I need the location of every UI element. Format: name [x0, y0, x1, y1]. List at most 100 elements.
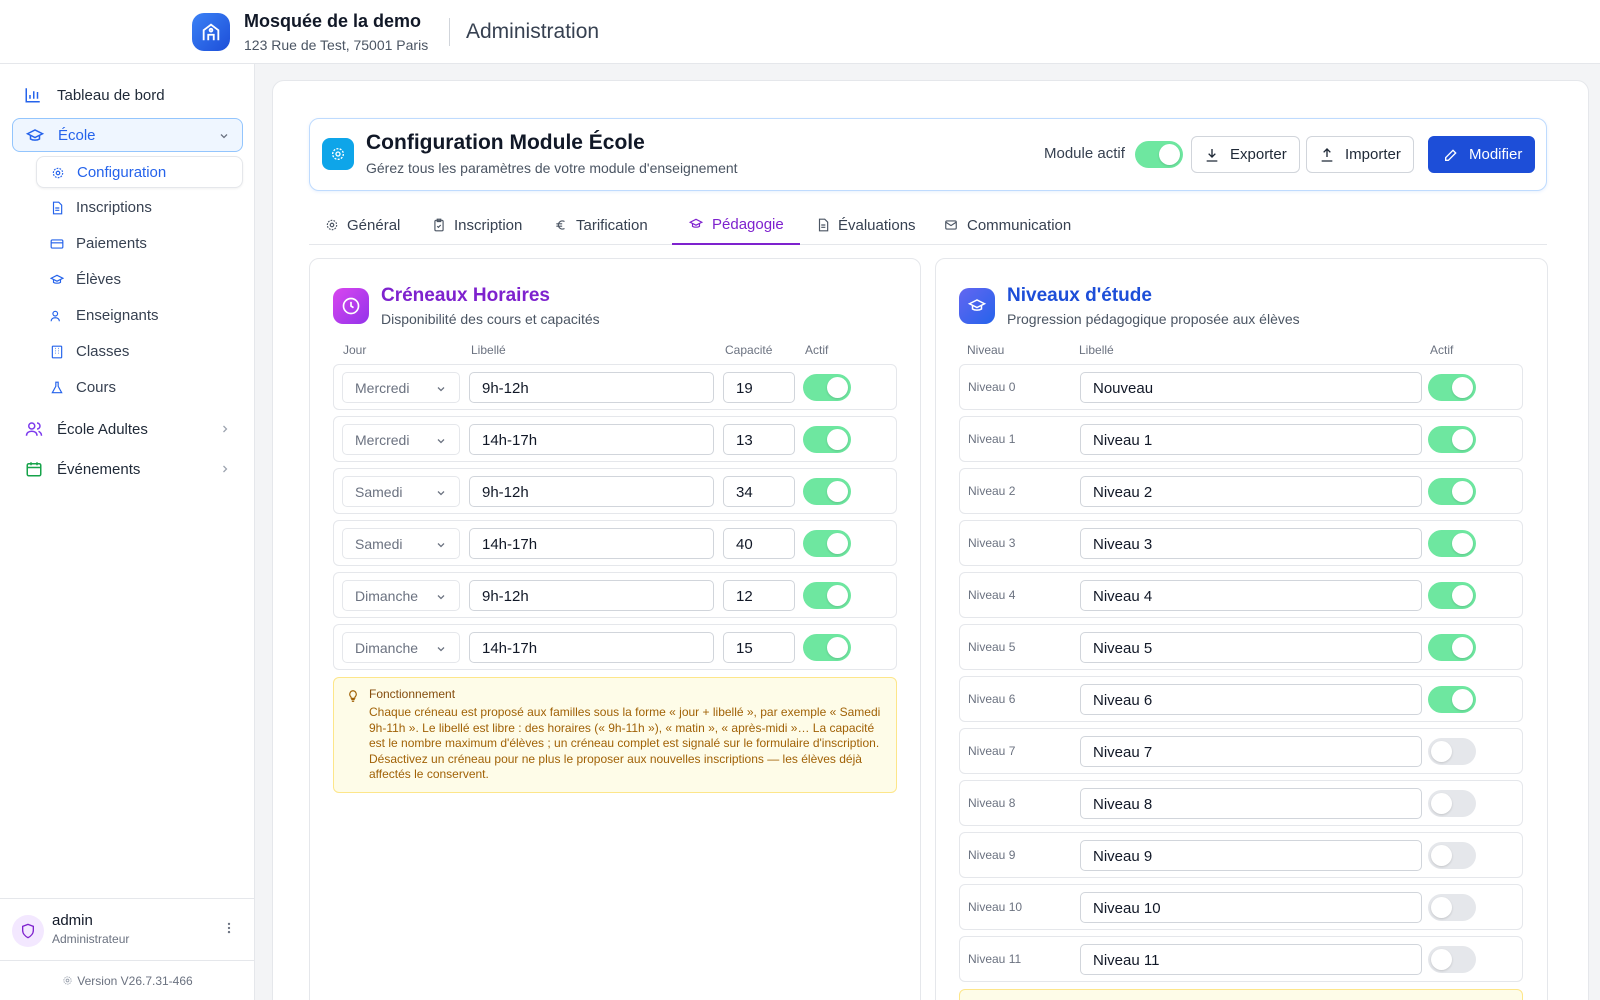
level-label-input[interactable]: Niveau 6: [1080, 684, 1422, 715]
tab-pedagogie[interactable]: Pédagogie: [672, 205, 800, 245]
slot-capacity-input[interactable]: 19: [723, 372, 795, 403]
sidebar-item-dashboard[interactable]: Tableau de bord: [12, 78, 243, 112]
level-active-toggle[interactable]: [1428, 530, 1476, 557]
document-icon: [50, 201, 64, 215]
level-label-input[interactable]: Niveau 3: [1080, 528, 1422, 559]
level-active-toggle[interactable]: [1428, 790, 1476, 817]
level-label-input[interactable]: Niveau 5: [1080, 632, 1422, 663]
day-select[interactable]: Mercredi: [342, 424, 460, 455]
sidebar-subitem-classes[interactable]: Classes: [36, 336, 243, 368]
slot-label-input[interactable]: 9h-12h: [469, 580, 714, 611]
module-active-toggle[interactable]: [1135, 141, 1183, 168]
clipboard-icon: [432, 218, 446, 232]
col-header-label: Libellé: [471, 343, 506, 357]
app-version: Version V26.7.31-466: [0, 960, 255, 1000]
tab-inscription[interactable]: Inscription: [416, 205, 538, 245]
slot-capacity-input[interactable]: 34: [723, 476, 795, 507]
sidebar-subitem-eleves[interactable]: Élèves: [36, 264, 243, 296]
slot-active-toggle[interactable]: [803, 530, 851, 557]
user-profile[interactable]: admin Administrateur: [0, 898, 255, 958]
level-active-toggle[interactable]: [1428, 478, 1476, 505]
sidebar-item-evenements[interactable]: Événements: [12, 452, 243, 486]
tab-evaluations[interactable]: Évaluations: [800, 205, 932, 245]
sidebar-item-ecole[interactable]: École: [12, 118, 243, 152]
level-active-toggle[interactable]: [1428, 634, 1476, 661]
level-number: Niveau 3: [968, 536, 1016, 550]
slot-active-toggle[interactable]: [803, 478, 851, 505]
slots-panel: Créneaux Horaires Disponibilité des cour…: [309, 258, 921, 1000]
level-label-input[interactable]: Niveau 7: [1080, 736, 1422, 767]
level-active-toggle[interactable]: [1428, 894, 1476, 921]
top-header: Mosquée de la demo 123 Rue de Test, 7500…: [0, 0, 1600, 64]
export-label: Exporter: [1230, 146, 1287, 163]
sidebar-subitem-cours[interactable]: Cours: [36, 372, 243, 404]
slot-label-input[interactable]: 14h-17h: [469, 424, 714, 455]
day-select[interactable]: Dimanche: [342, 580, 460, 611]
level-row: Niveau 3 Niveau 3: [959, 520, 1523, 566]
slot-active-toggle[interactable]: [803, 582, 851, 609]
level-label-input[interactable]: Niveau 8: [1080, 788, 1422, 819]
day-select-value: Mercredi: [355, 380, 410, 396]
levels-subtitle: Progression pédagogique proposée aux élè…: [1007, 311, 1300, 327]
gear-icon: [325, 218, 339, 232]
sidebar-subitem-paiements[interactable]: Paiements: [36, 228, 243, 260]
level-active-toggle[interactable]: [1428, 374, 1476, 401]
level-label-input[interactable]: Niveau 2: [1080, 476, 1422, 507]
level-number: Niveau 4: [968, 588, 1016, 602]
level-label-input[interactable]: Nouveau: [1080, 372, 1422, 403]
level-label-input[interactable]: Niveau 4: [1080, 580, 1422, 611]
slot-label-input[interactable]: 14h-17h: [469, 528, 714, 559]
slot-capacity-input[interactable]: 15: [723, 632, 795, 663]
day-select[interactable]: Samedi: [342, 528, 460, 559]
edit-button[interactable]: Modifier: [1428, 136, 1536, 173]
slot-active-toggle[interactable]: [803, 374, 851, 401]
export-button[interactable]: Exporter: [1191, 136, 1300, 173]
level-active-toggle[interactable]: [1428, 842, 1476, 869]
sidebar-subitem-enseignants[interactable]: Enseignants: [36, 300, 243, 332]
tab-communication[interactable]: Communication: [927, 205, 1087, 245]
slot-capacity-input[interactable]: 40: [723, 528, 795, 559]
day-select[interactable]: Samedi: [342, 476, 460, 507]
slot-label-input[interactable]: 14h-17h: [469, 632, 714, 663]
page-subtitle: Gérez tous les paramètres de votre modul…: [366, 160, 738, 176]
slots-subtitle: Disponibilité des cours et capacités: [381, 311, 600, 327]
slot-label-input[interactable]: 9h-12h: [469, 476, 714, 507]
import-button[interactable]: Importer: [1306, 136, 1414, 173]
slot-active-toggle[interactable]: [803, 634, 851, 661]
level-active-toggle[interactable]: [1428, 946, 1476, 973]
sidebar-subitem-label: Configuration: [77, 164, 167, 181]
clock-icon: [333, 288, 369, 324]
org-name: Mosquée de la demo: [244, 11, 422, 31]
tab-tarification[interactable]: Tarification: [538, 205, 664, 245]
level-label-input[interactable]: Niveau 10: [1080, 892, 1422, 923]
sidebar-item-ecole-adultes[interactable]: École Adultes: [12, 412, 243, 446]
org-address: 123 Rue de Test, 75001 Paris: [244, 37, 429, 53]
day-select[interactable]: Dimanche: [342, 632, 460, 663]
slot-label-input[interactable]: 9h-12h: [469, 372, 714, 403]
tab-general[interactable]: Général: [309, 205, 416, 245]
mosque-logo-icon: [192, 13, 230, 51]
graduation-cap-icon: [25, 127, 45, 145]
sidebar-subitem-configuration[interactable]: Configuration: [36, 156, 243, 188]
more-vertical-icon[interactable]: [222, 921, 236, 935]
col-header-active: Actif: [805, 343, 829, 357]
tab-bar: Général Inscription Tarification Pédagog…: [309, 205, 1547, 245]
chevron-right-icon: [219, 463, 231, 475]
level-label-input[interactable]: Niveau 9: [1080, 840, 1422, 871]
level-active-toggle[interactable]: [1428, 738, 1476, 765]
users-icon: [50, 309, 64, 323]
info-box: Fonctionnement Chaque créneau est propos…: [333, 677, 897, 793]
day-select[interactable]: Mercredi: [342, 372, 460, 403]
tab-label: Communication: [967, 216, 1072, 234]
graduation-cap-icon: [959, 288, 995, 324]
slot-capacity-input[interactable]: 13: [723, 424, 795, 455]
slot-active-toggle[interactable]: [803, 426, 851, 453]
level-active-toggle[interactable]: [1428, 426, 1476, 453]
level-label-input[interactable]: Niveau 11: [1080, 944, 1422, 975]
level-active-toggle[interactable]: [1428, 582, 1476, 609]
slot-capacity-input[interactable]: 12: [723, 580, 795, 611]
level-label-input[interactable]: Niveau 1: [1080, 424, 1422, 455]
day-select-value: Dimanche: [355, 640, 419, 656]
level-active-toggle[interactable]: [1428, 686, 1476, 713]
sidebar-subitem-inscriptions[interactable]: Inscriptions: [36, 192, 243, 224]
